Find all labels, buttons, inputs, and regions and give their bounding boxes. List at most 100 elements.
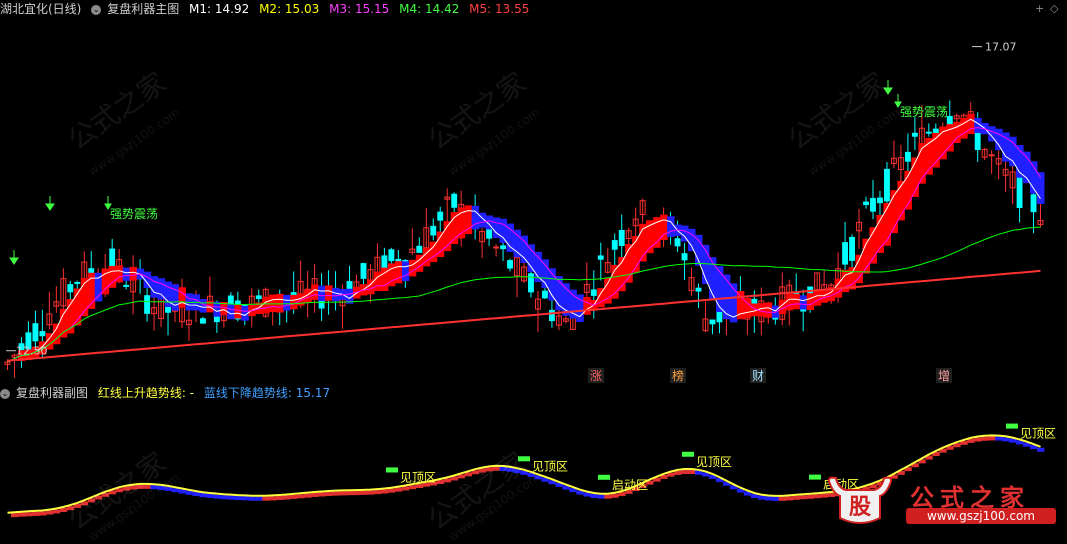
- candle-body: [925, 131, 932, 134]
- trend-bar: [492, 466, 500, 471]
- logo-bull-icon: 股: [827, 476, 893, 524]
- zone-label: 见顶区: [696, 455, 732, 469]
- trend-ribbon-block: [660, 214, 668, 241]
- plus-icon[interactable]: +: [1035, 2, 1044, 15]
- trend-bar: [485, 467, 493, 472]
- high-price-label: 17.07: [985, 41, 1017, 54]
- trend-bar: [269, 496, 277, 501]
- trend-bar: [332, 491, 340, 496]
- trend-bar: [1037, 447, 1045, 452]
- trend-bar: [674, 470, 682, 475]
- candle-body: [541, 290, 548, 299]
- trend-bar: [373, 490, 382, 495]
- trend-bar: [297, 494, 305, 499]
- candle-body: [67, 284, 74, 293]
- trend-ribbon-block: [318, 285, 326, 301]
- signal-annotation: 强势震荡: [900, 105, 948, 119]
- candle-body: [674, 238, 681, 247]
- trend-bar: [436, 480, 445, 485]
- zone-marker: [518, 456, 530, 462]
- trend-bar: [192, 492, 200, 497]
- trend-bar: [52, 509, 61, 514]
- low-price-label: 12.50: [16, 345, 48, 358]
- main-indicator-name[interactable]: 复盘利器主图: [107, 2, 179, 16]
- logo-glyph: 股: [849, 495, 871, 520]
- trend-ribbon-block: [715, 266, 724, 312]
- circle-chevron-icon[interactable]: ⌄: [0, 388, 10, 399]
- trend-ribbon-block: [520, 235, 528, 264]
- circle-chevron-icon[interactable]: ⌄: [91, 4, 102, 15]
- logo-url[interactable]: www.gszj100.com: [906, 508, 1056, 524]
- candle-body: [611, 240, 618, 250]
- trend-bar: [213, 494, 221, 499]
- zone-label: 启动区: [612, 478, 648, 492]
- trend-bar: [778, 496, 787, 501]
- candle-body: [360, 263, 367, 279]
- trend-bar: [408, 485, 417, 490]
- trend-ribbon-block: [953, 121, 961, 143]
- trend-bar: [988, 436, 996, 441]
- candle-body: [388, 249, 395, 262]
- main-chart[interactable]: 12.5017.07强势震荡强势震荡涨榜财增: [0, 18, 1067, 384]
- sub-indicator-name[interactable]: 复盘利器副图: [16, 386, 88, 400]
- candle-body: [590, 289, 597, 296]
- trend-bar: [143, 484, 151, 489]
- candle-body: [199, 318, 206, 324]
- trend-bar: [304, 493, 312, 498]
- candle-body: [863, 201, 869, 206]
- trend-bar: [325, 492, 333, 497]
- trend-bar: [171, 488, 179, 493]
- trend-ribbon-block: [813, 290, 822, 306]
- trend-bar: [415, 484, 424, 489]
- trend-ribbon-block: [276, 293, 284, 313]
- trend-bar: [157, 485, 165, 490]
- trend-bar: [597, 494, 605, 499]
- candle-body: [904, 151, 911, 162]
- trend-ribbon-block: [688, 228, 696, 252]
- trend-bar: [478, 468, 487, 473]
- trend-bar: [771, 496, 780, 501]
- trend-bar: [785, 496, 794, 501]
- stock-title[interactable]: 湖北宜化(日线): [0, 2, 81, 16]
- trend-ribbon-block: [513, 229, 522, 258]
- candle-body: [877, 197, 883, 204]
- trend-bar: [339, 491, 347, 496]
- trend-bar: [220, 495, 228, 500]
- candle-body: [500, 245, 507, 250]
- trend-bar: [206, 493, 214, 498]
- candle-body: [32, 323, 39, 342]
- trend-bar: [262, 496, 270, 501]
- trend-ribbon-block: [995, 128, 1003, 151]
- candle-body: [430, 225, 437, 236]
- trend-bar: [122, 486, 131, 491]
- candle-body: [1030, 194, 1037, 213]
- candle-body: [493, 246, 500, 249]
- candle-body: [988, 154, 995, 157]
- trend-bar: [150, 485, 158, 490]
- trend-bar: [227, 495, 235, 500]
- trend-bar: [199, 493, 207, 498]
- trend-ribbon-block: [429, 241, 438, 263]
- trend-ribbon-block: [227, 304, 235, 320]
- trend-ribbon-block: [792, 293, 801, 310]
- trend-bar: [681, 470, 689, 475]
- zone-label: 见顶区: [400, 470, 436, 484]
- trend-ribbon-block: [122, 267, 131, 281]
- trend-ribbon-block: [785, 293, 794, 311]
- trend-ribbon-block: [332, 287, 340, 302]
- legend-m4: M4: 14.42: [399, 2, 460, 16]
- trend-ribbon-block: [283, 294, 291, 311]
- candle-body: [437, 211, 444, 221]
- diamond-icon[interactable]: ◇: [1050, 2, 1058, 15]
- trend-bar: [318, 492, 326, 497]
- trend-ribbon-block: [178, 287, 186, 308]
- candle-body: [528, 273, 534, 293]
- trend-ribbon-block: [373, 271, 382, 292]
- trend-bar: [366, 490, 375, 495]
- event-marker-label: 涨: [590, 368, 602, 383]
- candle-body: [618, 229, 625, 246]
- trend-bar: [59, 507, 68, 512]
- legend-m2: M2: 15.03: [259, 2, 320, 16]
- trend-ribbon-block: [408, 259, 417, 277]
- candle-body: [870, 198, 876, 212]
